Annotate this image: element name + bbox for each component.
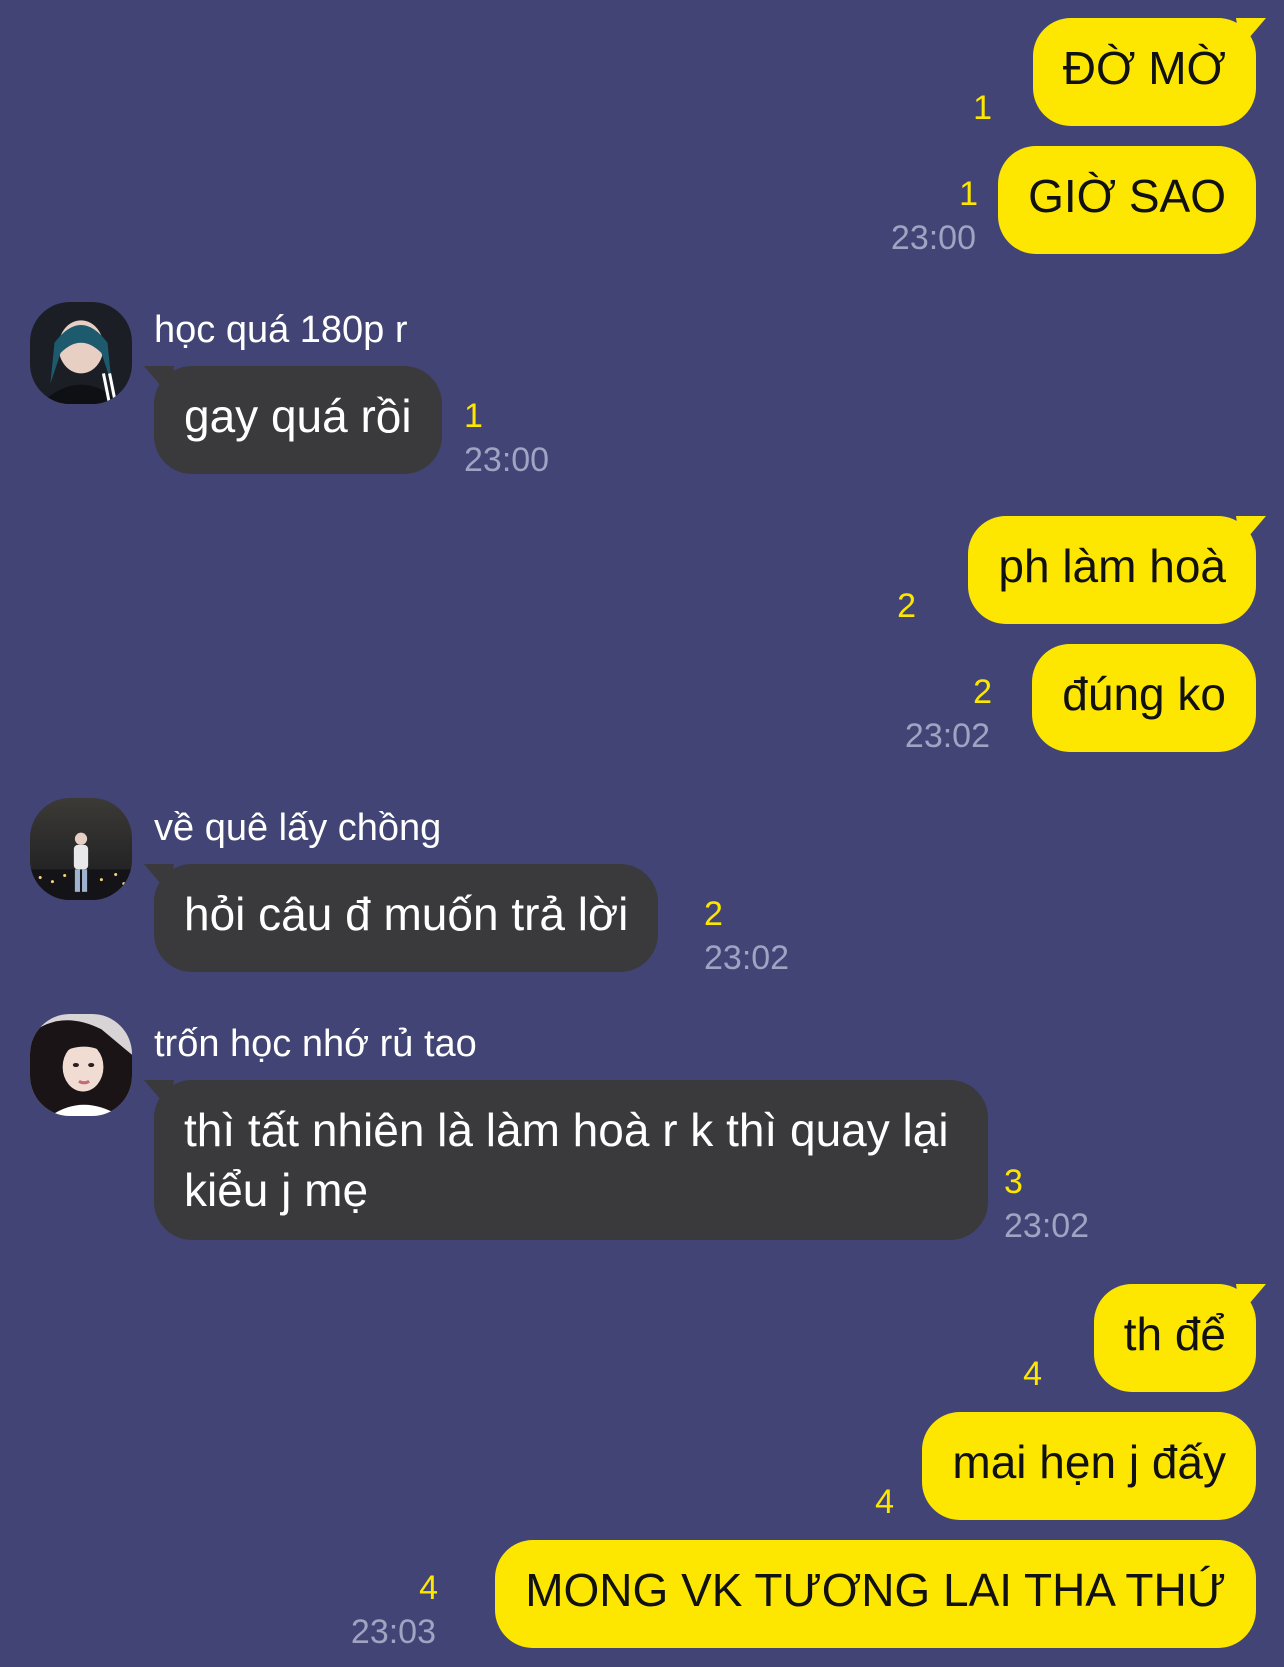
message-time: 23:00	[464, 441, 550, 479]
sender-name: trốn học nhớ rủ tao	[154, 1023, 477, 1065]
message-bubble[interactable]: thì tất nhiên là làm hoà r k thì quay lạ…	[154, 1080, 988, 1240]
sender-name: về quê lấy chồng	[154, 807, 442, 849]
message-time: 23:00	[890, 219, 976, 257]
sender-name: học quá 180p r	[154, 309, 408, 351]
message-time: 23:02	[904, 717, 990, 755]
message-bubble[interactable]: ĐỜ MỜ	[1032, 18, 1256, 126]
unread-count: 1	[959, 175, 978, 213]
message-bubble[interactable]: hỏi câu đ muốn trả lời	[154, 864, 659, 972]
avatar[interactable]	[30, 1014, 132, 1116]
message-bubble[interactable]: mai hẹn j đấy	[922, 1412, 1256, 1520]
unread-count: 1	[973, 89, 992, 127]
message-time: 23:02	[704, 939, 790, 977]
message-bubble[interactable]: th để	[1093, 1284, 1256, 1392]
message-time: 23:02	[1004, 1207, 1090, 1245]
avatar-photo-icon	[30, 302, 132, 404]
message-bubble[interactable]: đúng ko	[1032, 644, 1256, 752]
unread-count: 2	[897, 587, 916, 625]
unread-count: 3	[1004, 1163, 1023, 1201]
unread-count: 4	[875, 1483, 894, 1521]
unread-count: 1	[464, 397, 483, 435]
avatar-photo-icon	[30, 1014, 132, 1116]
message-bubble[interactable]: ph làm hoà	[968, 516, 1256, 624]
unread-count: 2	[704, 895, 723, 933]
message-bubble[interactable]: MONG VK TƯƠNG LAI THA THỨ	[495, 1540, 1256, 1648]
message-bubble[interactable]: GIỜ SAO	[998, 146, 1256, 254]
unread-count: 4	[419, 1569, 438, 1607]
message-time: 23:03	[350, 1613, 436, 1651]
avatar-photo-icon	[30, 798, 132, 900]
avatar[interactable]	[30, 798, 132, 900]
avatar[interactable]	[30, 302, 132, 404]
unread-count: 2	[973, 673, 992, 711]
message-bubble[interactable]: gay quá rồi	[154, 366, 442, 474]
unread-count: 4	[1023, 1355, 1042, 1393]
